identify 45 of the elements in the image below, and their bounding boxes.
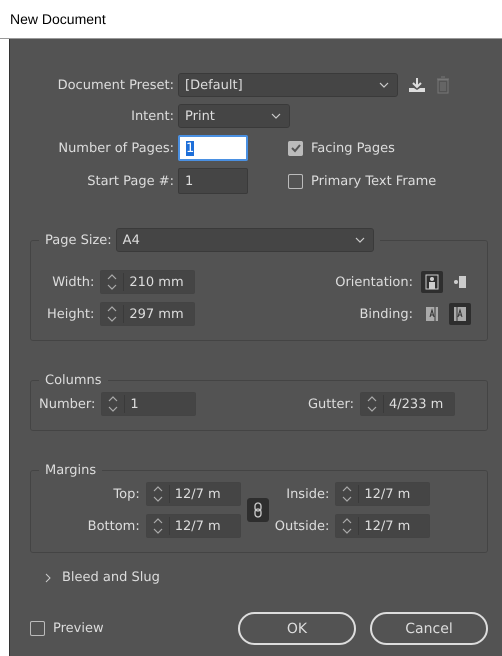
- spinner-field[interactable]: 12/7 m: [146, 514, 241, 538]
- spinner-field[interactable]: 297 mm: [100, 302, 196, 326]
- checkbox[interactable]: Facing Pages: [288, 140, 395, 156]
- field-label: Inside:: [286, 486, 330, 502]
- group-title: Columns: [45, 373, 102, 388]
- input-field[interactable]: 1: [178, 168, 248, 194]
- cancel-button[interactable]: Cancel: [370, 612, 488, 645]
- chevron-down-icon: [271, 113, 281, 119]
- field-label: Bottom:: [88, 518, 140, 534]
- spinner-field[interactable]: 210 mm: [100, 270, 196, 294]
- page-size-dropdown[interactable]: A4: [116, 228, 374, 252]
- field-label: Start Page #:: [86, 174, 174, 188]
- chevron-down-icon: [379, 82, 389, 88]
- spinner-field[interactable]: 12/7 m: [146, 482, 241, 506]
- check-icon: [290, 142, 302, 154]
- field-label: Number:: [39, 396, 96, 412]
- field-label: Binding:: [359, 306, 413, 322]
- spinner-field[interactable]: 12/7 m: [335, 482, 430, 506]
- spinner-field[interactable]: 12/7 m: [335, 514, 430, 538]
- spinner-field[interactable]: 1: [101, 392, 196, 416]
- intent-dropdown[interactable]: Print: [178, 104, 290, 128]
- field-label: Number of Pages:: [57, 140, 174, 156]
- chevron-right-icon: [44, 572, 52, 582]
- field-label: Orientation:: [335, 274, 413, 290]
- field-label: Top:: [113, 486, 140, 502]
- ok-button[interactable]: OK: [238, 612, 356, 645]
- input-field[interactable]: 1: [178, 135, 248, 161]
- spinner-field[interactable]: 4/233 m: [360, 392, 455, 416]
- field-label: Gutter:: [308, 396, 354, 412]
- preset-dropdown[interactable]: [Default]: [178, 73, 398, 97]
- group-title: Margins: [45, 463, 96, 478]
- download-icon[interactable]: [408, 77, 426, 93]
- checkbox[interactable]: Preview: [30, 621, 104, 636]
- checkbox[interactable]: Primary Text Frame: [288, 174, 436, 188]
- portrait-page-icon[interactable]: [421, 271, 443, 293]
- chain-link-icon[interactable]: [246, 498, 269, 522]
- field-label: Document Preset:: [56, 78, 174, 92]
- right-binding-icon[interactable]: [449, 303, 471, 325]
- field-label: Page Size:: [45, 232, 112, 248]
- chevron-down-icon: [354, 237, 365, 243]
- field-label: Intent:: [130, 108, 174, 124]
- bleed-and-slug-disclosure[interactable]: Bleed and Slug: [30, 570, 488, 585]
- field-label: Height:: [47, 306, 94, 322]
- field-label: Width:: [52, 274, 94, 290]
- field-label: Outside:: [274, 518, 330, 534]
